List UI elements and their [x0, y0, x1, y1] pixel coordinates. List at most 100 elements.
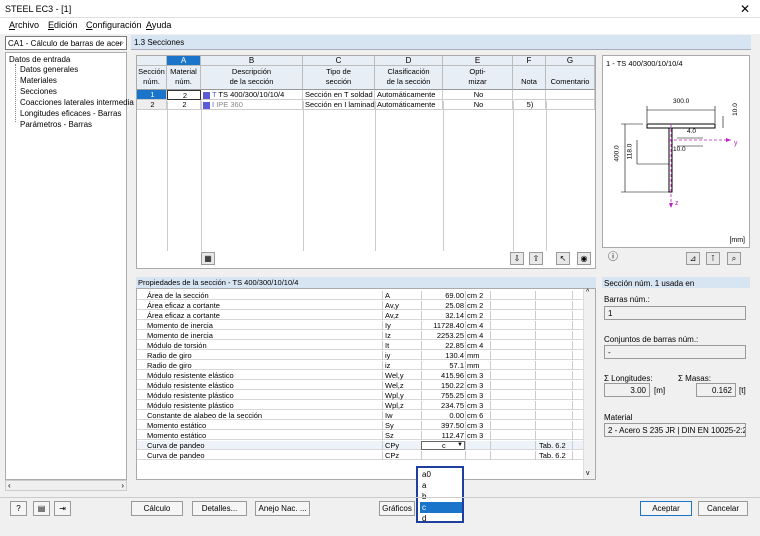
calculo-button[interactable]: Cálculo	[131, 501, 183, 516]
section-header-label: 1.3 Secciones	[134, 38, 185, 47]
row2-mat[interactable]: 2	[167, 100, 201, 110]
row1-opt[interactable]: No	[443, 90, 513, 100]
masas-label: Σ Masas:	[678, 374, 711, 383]
scroll-right-icon[interactable]: ›	[121, 481, 124, 490]
axes-icon[interactable]: ⊺	[706, 252, 720, 265]
menu-archivo[interactable]: Archivo	[9, 20, 39, 30]
col-letter-g[interactable]: G	[546, 56, 595, 66]
prop-name: Momento estático	[147, 431, 207, 440]
anejo-button[interactable]: Anejo Nac. ...	[255, 501, 310, 516]
row2-nota[interactable]: 5)	[513, 100, 546, 110]
scroll-up-icon[interactable]: ^	[586, 289, 589, 296]
scroll-down-icon[interactable]: v	[586, 470, 590, 477]
row1-clas[interactable]: Automáticamente	[375, 90, 443, 100]
prop-value: 112.47	[441, 431, 464, 440]
longitudes-unit: [m]	[654, 386, 666, 395]
view-icon[interactable]: ◉	[577, 252, 591, 265]
row1-nota[interactable]	[513, 90, 546, 100]
prop-symbol: CPz	[385, 451, 400, 460]
case-select[interactable]: CA1 - Cálculo de barras de acer ⌵	[5, 36, 127, 50]
cancelar-button[interactable]: Cancelar	[698, 501, 748, 516]
prop-row: Momento estático Sy 397.50 cm 3	[137, 421, 584, 430]
col-letter-e[interactable]: E	[443, 56, 513, 66]
prop-unit: cm 2	[467, 291, 484, 300]
nav-item-longitudes[interactable]: Longitudes eficaces - Barras	[20, 109, 121, 118]
option-a[interactable]: a	[420, 480, 462, 491]
export-table-icon[interactable]: ⇥	[54, 501, 71, 516]
sections-table: A B C D E F G Sección núm. Material núm. D…	[136, 55, 596, 269]
row2-num[interactable]: 2	[137, 100, 167, 110]
dimension-icon[interactable]: ⊿	[686, 252, 700, 265]
row2-desc[interactable]: I IPE 360	[201, 100, 303, 110]
row2-com[interactable]	[546, 100, 595, 110]
dim-height: 400.0	[613, 145, 621, 162]
nav-item-parametros[interactable]: Parámetros - Barras	[20, 120, 92, 129]
axis-y-label: y	[734, 140, 738, 147]
prop-value: 25.08	[445, 301, 464, 310]
row1-desc[interactable]: T TS 400/300/10/10/4	[201, 90, 303, 100]
nav-item-materiales[interactable]: Materiales	[20, 76, 57, 85]
buckling-curve-select[interactable]: c ▼	[421, 441, 465, 450]
row2-clas[interactable]: Automáticamente	[375, 100, 443, 110]
nav-item-coacciones[interactable]: Coacciones laterales intermedia	[20, 98, 134, 107]
scroll-left-icon[interactable]: ‹	[8, 481, 11, 490]
col-letter-b[interactable]: B	[201, 56, 303, 66]
import-icon[interactable]: ⇩	[510, 252, 524, 265]
prop-symbol: Wpl,y	[385, 391, 404, 400]
buckling-curve-value: c	[442, 441, 446, 450]
nav-item-datos-generales[interactable]: Datos generales	[20, 65, 78, 74]
prop-symbol: It	[385, 341, 390, 350]
row1-com[interactable]	[546, 90, 595, 100]
zoom-icon[interactable]: ⌕	[727, 252, 741, 265]
props-scrollbar[interactable]: ^ v	[583, 289, 595, 479]
aceptar-button[interactable]: Aceptar	[640, 501, 692, 516]
row1-tipo[interactable]: Sección en T soldad	[303, 90, 375, 100]
row1-num[interactable]: 1	[137, 90, 167, 100]
menu-configuracion[interactable]: Configuración	[86, 20, 142, 30]
col-letter-d[interactable]: D	[375, 56, 443, 66]
prop-row: Radio de giro iz 57.1 mm	[137, 361, 584, 370]
close-icon[interactable]: ✕	[740, 2, 750, 16]
pick-icon[interactable]: ↖	[556, 252, 570, 265]
nav-scrollbar[interactable]: ‹ ›	[5, 480, 127, 491]
menu-ayuda[interactable]: Ayuda	[146, 20, 171, 30]
props-header: Propiedades de la sección - TS 400/300/1…	[136, 277, 596, 288]
col-letter-f[interactable]: F	[513, 56, 546, 66]
detalles-button[interactable]: Detalles...	[192, 501, 247, 516]
prop-symbol: Iy	[385, 321, 391, 330]
material-field: 2 - Acero S 235 JR | DIN EN 10025-2:200	[604, 423, 746, 437]
nav-item-secciones[interactable]: Secciones	[20, 87, 57, 96]
library-button[interactable]: ▦	[201, 252, 215, 265]
info-icon[interactable]: ⓘ	[606, 252, 620, 265]
prop-symbol: Iz	[385, 331, 391, 340]
export-icon[interactable]: ⇧	[529, 252, 543, 265]
prop-value: 11728.40	[433, 321, 464, 330]
option-a0[interactable]: a0	[420, 469, 462, 480]
prop-value: 0.00	[449, 411, 464, 420]
menu-edicion[interactable]: Edición	[48, 20, 78, 30]
prop-unit: cm 4	[467, 331, 484, 340]
prop-value: 130.4	[445, 351, 464, 360]
row1-mat[interactable]: 2	[167, 90, 201, 100]
col-letter-a[interactable]: A	[167, 56, 201, 66]
prop-value: 32.14	[445, 311, 464, 320]
prop-row: Módulo resistente elástico Wel,y 415.96 cm …	[137, 371, 584, 380]
conjuntos-field: -	[604, 345, 746, 359]
help-icon[interactable]: ?	[10, 501, 27, 516]
print-icon[interactable]: ▤	[33, 501, 50, 516]
prop-name: Radio de giro	[147, 351, 192, 360]
prop-name: Constante de alabeo de la sección	[147, 411, 263, 420]
prop-unit: mm	[467, 351, 480, 360]
prop-value: 755.25	[441, 391, 464, 400]
nav-root[interactable]: Datos de entrada	[9, 55, 70, 64]
row2-opt[interactable]: No	[443, 100, 513, 110]
col-letter-c[interactable]: C	[303, 56, 375, 66]
prop-name: Momento de inercia	[147, 321, 213, 330]
graficos-button[interactable]: Gráficos	[379, 501, 415, 516]
navigation-tree: Datos de entrada Datos generales Materia…	[5, 52, 134, 480]
row2-tipo[interactable]: Sección en I laminad	[303, 100, 375, 110]
usage-header: Sección núm. 1 usada en	[602, 277, 750, 288]
prop-value: 2253.25	[436, 331, 464, 340]
prop-row: Curva de pandeo CPy Tab. 6.2 c ▼	[137, 441, 584, 450]
case-select-value: CA1 - Cálculo de barras de acer	[8, 39, 123, 48]
